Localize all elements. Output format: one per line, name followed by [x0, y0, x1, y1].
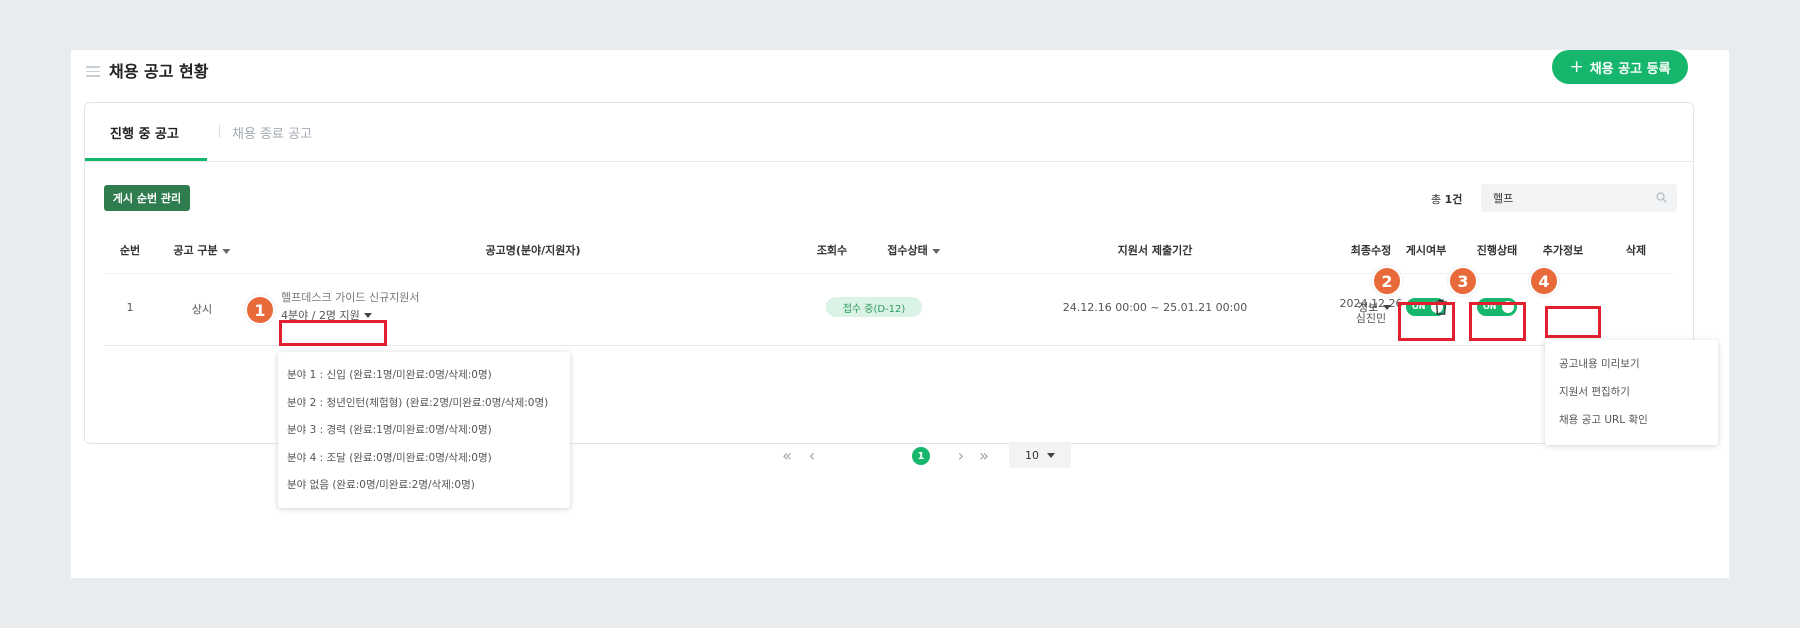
row-category: 상시: [191, 303, 213, 316]
last-page-icon[interactable]: »: [979, 448, 989, 464]
field-menu-item[interactable]: 분야 3 : 경력 (완료:1명/미완료:0명/삭제:0명): [287, 422, 492, 437]
field-dropdown-menu: 분야 1 : 신입 (완료:1명/미완료:0명/삭제:0명) 분야 2 : 청년…: [278, 352, 570, 508]
info-menu-item-edit-form[interactable]: 지원서 편집하기: [1559, 384, 1630, 399]
info-menu-item-url[interactable]: 채용 공고 URL 확인: [1559, 412, 1648, 427]
header-category-label: 공고 구분: [173, 244, 218, 257]
chevron-down-icon: [363, 312, 372, 318]
chevron-down-icon: [1047, 452, 1055, 458]
header-extra: 추가정보: [1542, 244, 1584, 257]
tab-ongoing[interactable]: 진행 중 공고: [110, 123, 179, 142]
step-marker-2: 2: [1372, 266, 1402, 296]
plus-icon: +: [1569, 56, 1584, 77]
header-progress: 진행상태: [1476, 244, 1518, 257]
highlight-extra-info: [1545, 306, 1601, 338]
header-title: 공고명(분야/지원자): [485, 244, 581, 257]
search-icon[interactable]: [1656, 192, 1667, 203]
chevron-down-icon: [932, 248, 941, 254]
header-period: 지원서 제출기간: [1117, 244, 1193, 257]
chevron-down-icon: [222, 248, 231, 254]
header-category[interactable]: 공고 구분: [173, 242, 231, 258]
header-views: 조회수: [816, 244, 848, 257]
header-modified: 최종수정: [1350, 244, 1392, 257]
page-header: 채용 공고 현황 + 채용 공고 등록: [71, 50, 1729, 92]
chevron-down-icon: [1383, 304, 1392, 310]
highlight-field-dropdown: [279, 320, 387, 346]
posting-order-button[interactable]: 게시 순번 관리: [104, 185, 190, 211]
step-marker-3: 3: [1448, 266, 1478, 296]
header-no: 순번: [119, 244, 141, 257]
header-divider: [104, 273, 1674, 274]
field-menu-item[interactable]: 분야 1 : 신입 (완료:1명/미완료:0명/삭제:0명): [287, 367, 492, 382]
step-marker-4: 4: [1529, 266, 1559, 296]
menu-lines-icon: [86, 66, 100, 77]
job-posting-title[interactable]: 헬프데스크 가이드 신규지원서: [281, 289, 420, 305]
header-status[interactable]: 접수상태: [887, 242, 941, 258]
prev-page-icon[interactable]: ‹: [809, 448, 815, 464]
header-status-label: 접수상태: [887, 244, 928, 257]
highlight-progress-toggle: [1469, 302, 1526, 341]
extra-info-dropdown[interactable]: 정보: [1358, 299, 1392, 315]
extra-info-menu: 공고내용 미리보기 지원서 편집하기 채용 공고 URL 확인: [1545, 340, 1718, 445]
total-count: 총 1건: [1431, 191, 1462, 207]
header-delete: 삭제: [1625, 244, 1647, 257]
field-menu-item[interactable]: 분야 4 : 조달 (완료:0명/미완료:0명/삭제:0명): [287, 450, 492, 465]
row-no: 1: [126, 301, 134, 314]
status-badge: 접수 중(D-12): [826, 297, 922, 317]
highlight-posted-toggle: [1398, 302, 1455, 341]
field-menu-item[interactable]: 분야 없음 (완료:0명/미완료:2명/삭제:0명): [287, 477, 475, 492]
register-button-label: 채용 공고 등록: [1589, 61, 1671, 77]
page-title: 채용 공고 현황: [109, 62, 209, 81]
total-prefix: 총: [1431, 193, 1442, 206]
tab-bar: 진행 중 공고 채용 종료 공고: [85, 103, 1693, 162]
page-size-select[interactable]: 10: [1009, 442, 1071, 468]
extra-info-label: 정보: [1358, 301, 1379, 314]
search-box: [1481, 184, 1677, 212]
next-page-icon[interactable]: ›: [958, 448, 964, 464]
register-job-posting-button[interactable]: + 채용 공고 등록: [1552, 50, 1688, 84]
page-1-button[interactable]: 1: [912, 447, 930, 465]
tab-divider: [219, 125, 220, 138]
info-menu-item-preview[interactable]: 공고내용 미리보기: [1559, 356, 1640, 371]
tab-closed[interactable]: 채용 종료 공고: [232, 123, 312, 142]
first-page-icon[interactable]: «: [782, 448, 792, 464]
header-posted: 게시여부: [1405, 244, 1447, 257]
total-value: 1건: [1444, 193, 1463, 206]
search-input[interactable]: [1481, 184, 1677, 212]
page-size-value: 10: [1025, 448, 1039, 462]
field-menu-item[interactable]: 분야 2 : 청년인턴(체험형) (완료:2명/미완료:0명/삭제:0명): [287, 395, 548, 410]
step-marker-1: 1: [245, 295, 275, 325]
row-period: 24.12.16 00:00 ~ 25.01.21 00:00: [1062, 301, 1248, 314]
active-tab-indicator: [85, 158, 207, 161]
